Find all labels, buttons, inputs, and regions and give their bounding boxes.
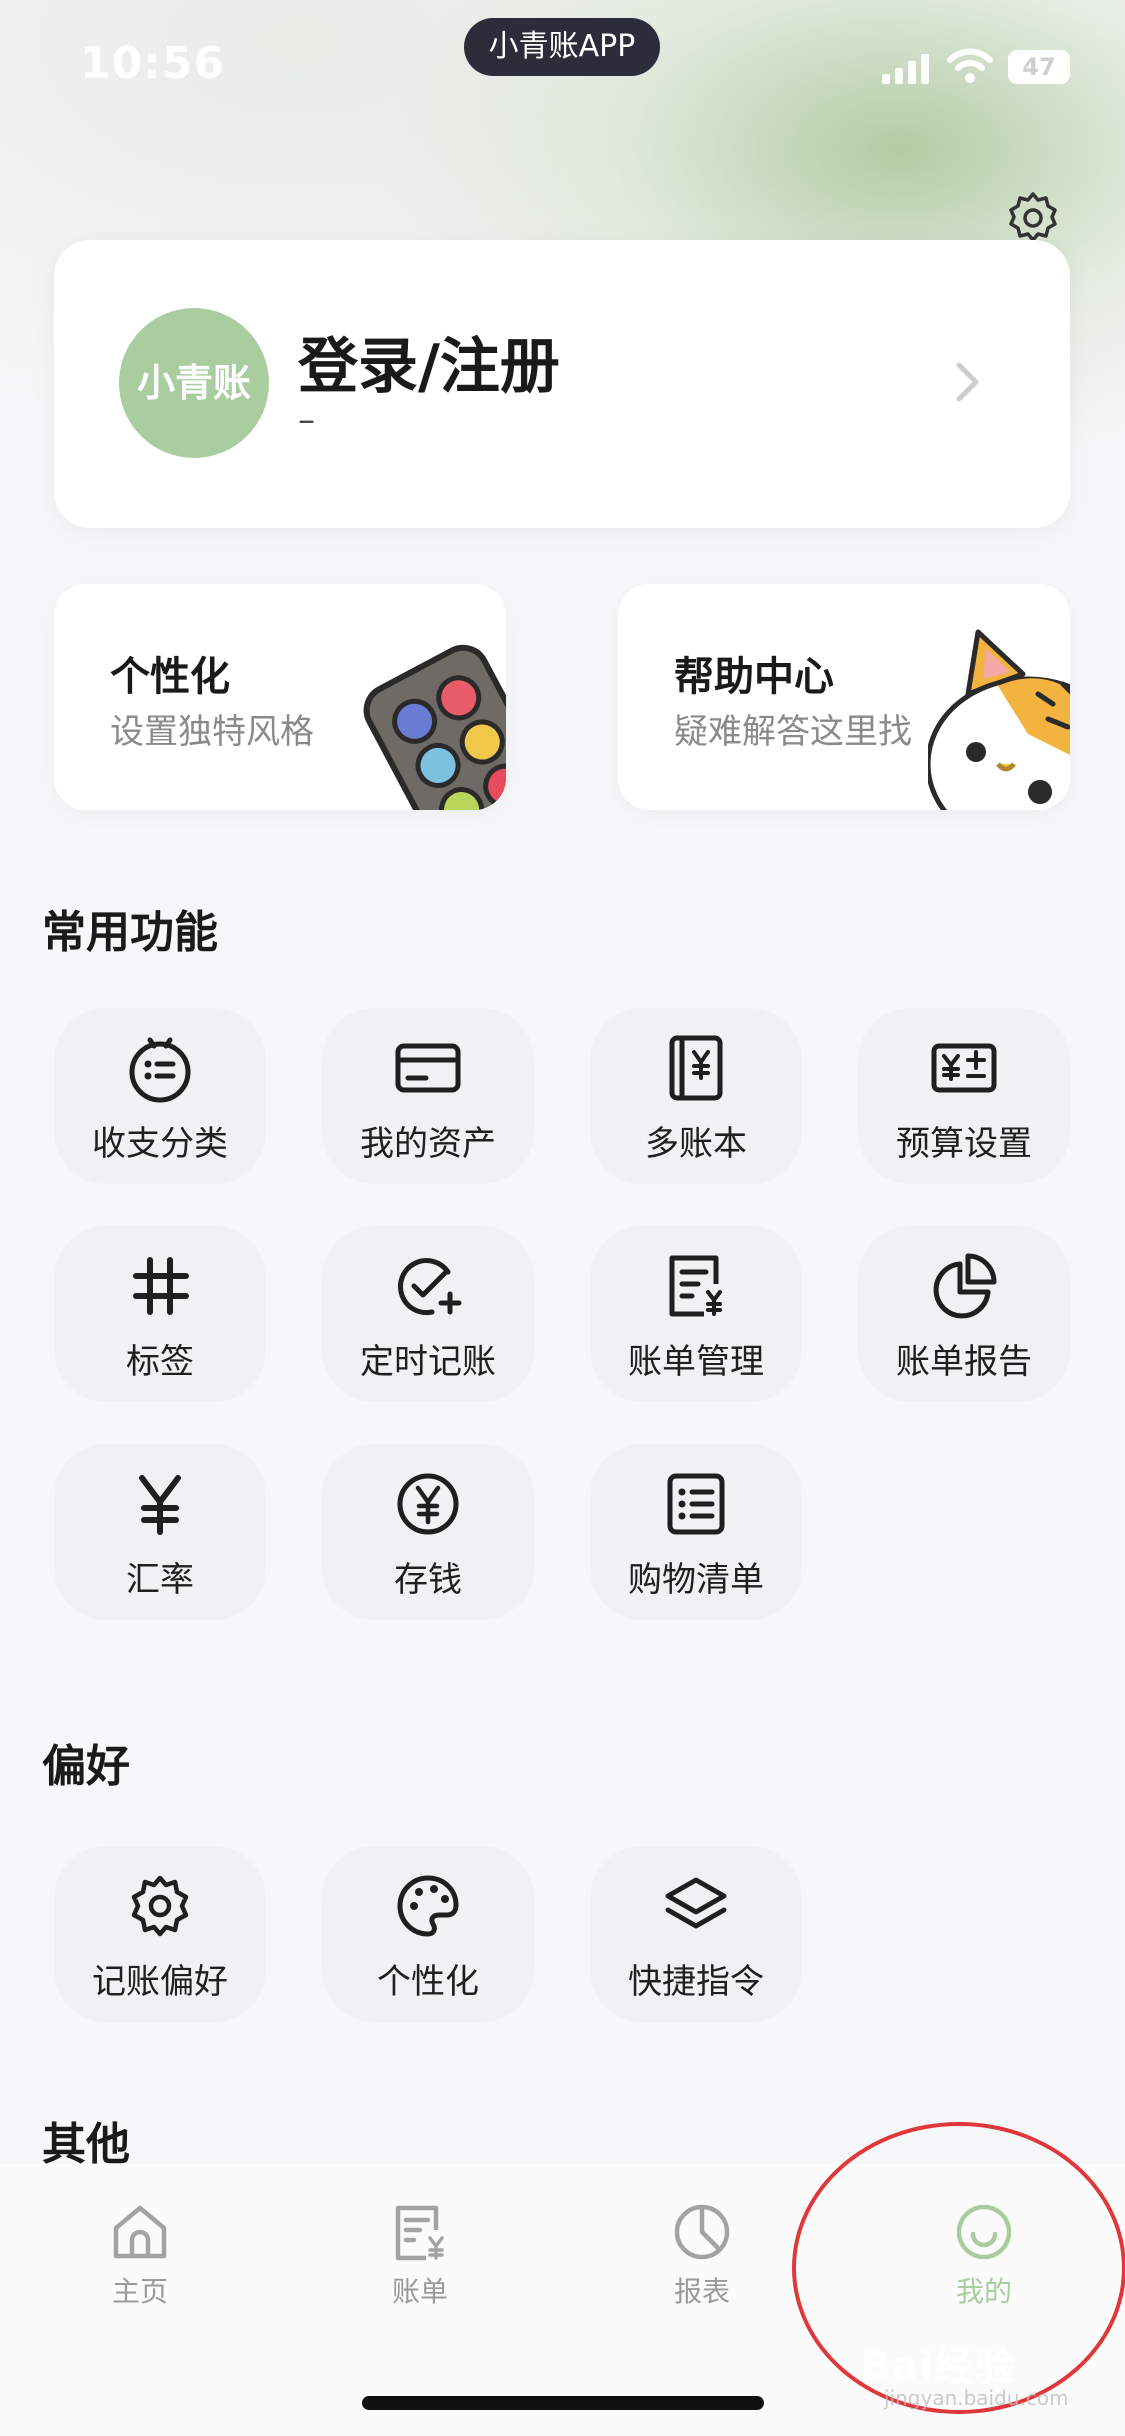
login-card[interactable]: 小青账 登录/注册 – bbox=[54, 240, 1070, 528]
tile-shortcuts[interactable]: 快捷指令 bbox=[590, 1846, 802, 2022]
app-name-pill: 小青账APP bbox=[464, 18, 660, 76]
tab-reports[interactable]: 报表 bbox=[622, 2202, 782, 2322]
tile-label: 汇率 bbox=[126, 1560, 194, 1600]
tile-shopping-list[interactable]: 购物清单 bbox=[590, 1444, 802, 1620]
list-icon bbox=[667, 1473, 725, 1535]
tile-label: 多账本 bbox=[645, 1124, 747, 1164]
login-subtitle: – bbox=[298, 400, 315, 440]
tile-savings[interactable]: 存钱 bbox=[322, 1444, 534, 1620]
pie-report-icon bbox=[933, 1253, 997, 1319]
help-center-card-title: 帮助中心 bbox=[674, 654, 834, 700]
tile-label: 存钱 bbox=[394, 1560, 462, 1600]
tile-label: 收支分类 bbox=[92, 1124, 228, 1164]
tile-bill-report[interactable]: 账单报告 bbox=[858, 1226, 1070, 1402]
tile-label: 个性化 bbox=[377, 1962, 479, 2002]
cat-mascot-illustration bbox=[928, 629, 1070, 810]
tile-tags[interactable]: 标签 bbox=[54, 1226, 266, 1402]
section-title-other: 其他 bbox=[42, 2119, 130, 2170]
coin-yen-icon bbox=[397, 1473, 459, 1535]
tile-bill-manage[interactable]: 账单管理 bbox=[590, 1226, 802, 1402]
report-icon bbox=[674, 2204, 730, 2260]
tile-label: 记账偏好 bbox=[92, 1962, 228, 2002]
tab-bills[interactable]: 账单 bbox=[340, 2202, 500, 2322]
tab-label: 主页 bbox=[111, 2275, 168, 2308]
login-register-title: 登录/注册 bbox=[298, 332, 560, 402]
gear-icon bbox=[131, 1875, 189, 1937]
tile-label: 标签 bbox=[126, 1342, 194, 1382]
bill-icon bbox=[395, 2205, 444, 2261]
avatar: 小青账 bbox=[119, 308, 269, 458]
home-indicator[interactable] bbox=[362, 2396, 764, 2410]
tile-scheduled[interactable]: 定时记账 bbox=[322, 1226, 534, 1402]
section-title-preferences: 偏好 bbox=[42, 1741, 130, 1792]
tile-label: 预算设置 bbox=[896, 1124, 1032, 1164]
status-bar: 10:56 小青账APP 47 bbox=[0, 0, 1125, 140]
personalize-card-subtitle: 设置独特风格 bbox=[110, 712, 314, 752]
budget-icon bbox=[931, 1043, 997, 1093]
color-palette-illustration bbox=[363, 644, 506, 810]
chevron-right-icon bbox=[956, 362, 979, 402]
yen-icon bbox=[139, 1475, 181, 1535]
watermark-url: jingyan.baidu.com bbox=[884, 2386, 1069, 2410]
home-icon bbox=[113, 2205, 167, 2259]
tile-category[interactable]: 收支分类 bbox=[54, 1008, 266, 1184]
help-center-card-subtitle: 疑难解答这里找 bbox=[674, 712, 912, 752]
bill-manage-icon bbox=[669, 1255, 722, 1317]
tile-bookkeeping-preference[interactable]: 记账偏好 bbox=[54, 1846, 266, 2022]
watermark-brand: Bai经验 bbox=[860, 2344, 1017, 2390]
signal-icon bbox=[882, 54, 929, 84]
status-time: 10:56 bbox=[80, 38, 226, 89]
scheduled-check-icon bbox=[397, 1258, 462, 1316]
tile-label: 快捷指令 bbox=[628, 1962, 764, 2002]
category-icon bbox=[129, 1037, 191, 1103]
personalize-card-title: 个性化 bbox=[110, 654, 230, 700]
tile-personalize[interactable]: 个性化 bbox=[322, 1846, 534, 2022]
personalize-card[interactable]: 个性化 设置独特风格 bbox=[54, 584, 506, 810]
tile-exchange-rate[interactable]: 汇率 bbox=[54, 1444, 266, 1620]
palette-icon bbox=[397, 1875, 459, 1937]
tile-label: 账单报告 bbox=[896, 1342, 1032, 1382]
tile-label: 购物清单 bbox=[628, 1560, 764, 1600]
hashtag-icon bbox=[133, 1257, 189, 1315]
tab-label: 报表 bbox=[673, 2275, 730, 2308]
help-center-card[interactable]: 帮助中心 疑难解答这里找 bbox=[618, 584, 1070, 810]
tile-label: 定时记账 bbox=[360, 1342, 496, 1382]
battery-indicator: 47 bbox=[1008, 50, 1070, 84]
ledger-book-icon bbox=[669, 1035, 723, 1101]
tile-label: 账单管理 bbox=[628, 1342, 764, 1382]
tile-assets[interactable]: 我的资产 bbox=[322, 1008, 534, 1184]
layers-icon bbox=[665, 1877, 727, 1929]
tile-budget[interactable]: 预算设置 bbox=[858, 1008, 1070, 1184]
tab-label: 账单 bbox=[391, 2275, 448, 2308]
tile-label: 我的资产 bbox=[360, 1124, 496, 1164]
section-title-common: 常用功能 bbox=[42, 907, 218, 958]
tab-home[interactable]: 主页 bbox=[60, 2202, 220, 2322]
card-icon bbox=[395, 1043, 461, 1093]
settings-gear-icon[interactable] bbox=[1005, 190, 1061, 246]
tile-multi-ledger[interactable]: 多账本 bbox=[590, 1008, 802, 1184]
wifi-icon bbox=[947, 48, 993, 83]
